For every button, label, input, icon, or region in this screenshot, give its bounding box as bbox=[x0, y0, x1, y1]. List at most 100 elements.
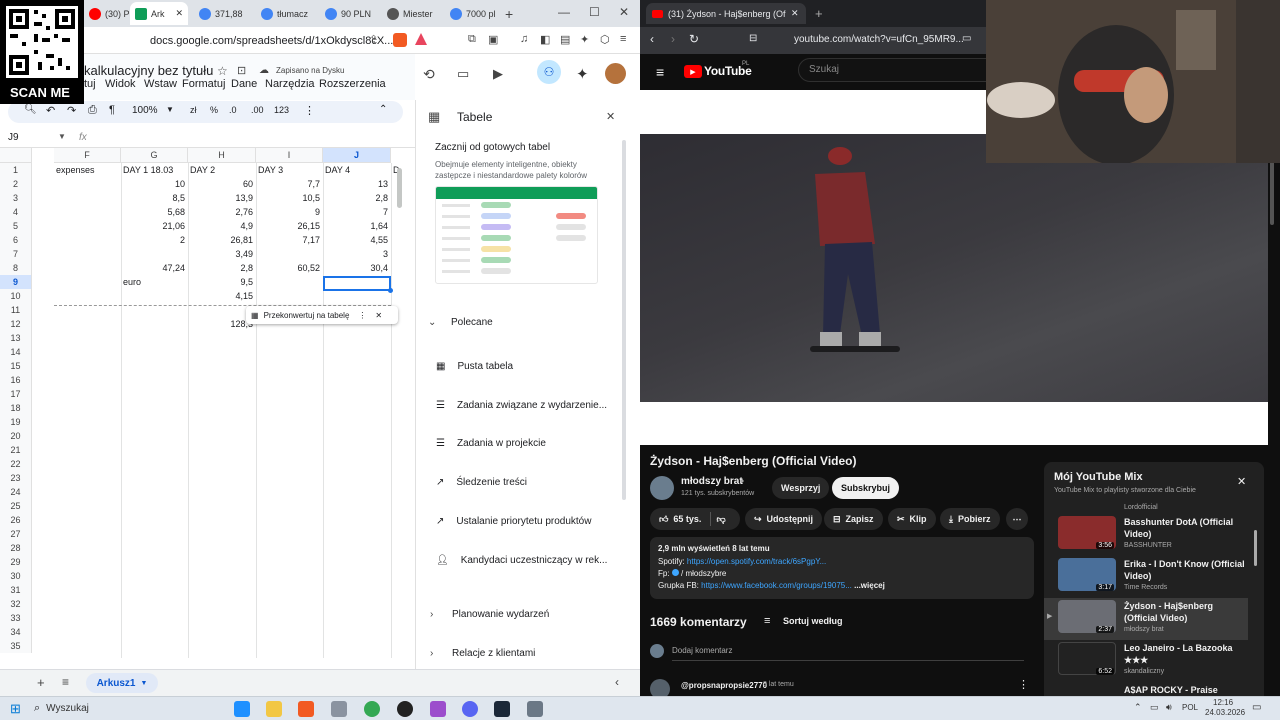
leo-icon[interactable]: ✦ bbox=[580, 33, 589, 46]
volume-icon[interactable]: 🔊︎ bbox=[1166, 702, 1172, 713]
obs-icon[interactable] bbox=[397, 701, 413, 717]
hamburger-menu-icon[interactable]: ≡ bbox=[656, 64, 664, 80]
row-header-5[interactable]: 5 bbox=[0, 219, 32, 233]
redo-icon[interactable]: ↷ bbox=[67, 104, 76, 117]
chevron-down-icon[interactable]: ⌄ bbox=[428, 317, 436, 328]
template-product-priority[interactable]: ↗ Ustalanie priorytetu produktów bbox=[436, 511, 591, 531]
thumbs-up-icon[interactable]: 👍︎ bbox=[659, 514, 668, 525]
share-icon[interactable]: ⇪ bbox=[369, 33, 378, 46]
gemini-icon[interactable]: ✦ bbox=[576, 65, 589, 83]
chevron-down-icon[interactable]: ▼ bbox=[58, 132, 66, 141]
percent-format[interactable]: % bbox=[210, 105, 218, 115]
row-header-31[interactable]: 31 bbox=[0, 583, 32, 597]
spreadsheet-grid[interactable]: F G H I J 1 2 3 4 5 6 7 8 9 10 11 12 13 14 15 16 17 18 19 2… bbox=[0, 148, 405, 658]
reload-icon[interactable]: ↻ bbox=[689, 32, 699, 46]
cell-h2[interactable]: 60 bbox=[188, 177, 256, 191]
download-button[interactable]: ⤓ Pobierz bbox=[940, 508, 1000, 530]
share-button[interactable]: ↪ Udostępnij bbox=[745, 508, 823, 530]
url-field[interactable]: youtube.com/watch?v=ufCn_95MR9... bbox=[794, 34, 964, 45]
extensions-icon[interactable]: ⧉ bbox=[468, 33, 476, 46]
name-box[interactable]: J9 bbox=[8, 132, 19, 143]
close-icon[interactable]: ✕ bbox=[1237, 475, 1246, 488]
template-empty-table[interactable]: ▦ Pusta tabela bbox=[436, 356, 513, 376]
row-header-19[interactable]: 19 bbox=[0, 415, 32, 429]
chevron-right-icon[interactable]: › bbox=[430, 648, 433, 659]
cell-j8[interactable]: 30,4 bbox=[323, 261, 391, 275]
support-button[interactable]: Wesprzyj bbox=[772, 477, 830, 499]
channel-name[interactable]: młodszy brat bbox=[681, 476, 743, 487]
move-icon[interactable]: ⊡ bbox=[237, 64, 246, 77]
cell-f1[interactable]: expenses bbox=[56, 163, 121, 177]
cell-j1[interactable]: DAY 4 bbox=[325, 163, 391, 177]
comment-menu-icon[interactable]: ⋮ bbox=[1018, 678, 1029, 691]
discord-icon[interactable] bbox=[462, 701, 478, 717]
row-header-27[interactable]: 27 bbox=[0, 527, 32, 541]
windows-start-icon[interactable]: ⊞ bbox=[10, 701, 21, 717]
chrome-icon[interactable] bbox=[364, 701, 380, 717]
sort-button[interactable]: Sortuj według bbox=[783, 616, 843, 626]
fill-handle[interactable] bbox=[388, 288, 393, 293]
add-sheet-icon[interactable]: + bbox=[37, 675, 45, 690]
cell-j4[interactable]: 7 bbox=[323, 205, 391, 219]
template-content-tracking[interactable]: ↗ Śledzenie treści bbox=[436, 472, 527, 492]
description-box[interactable]: 2,9 mln wyświetleń 8 lat temu Spotify: h… bbox=[650, 537, 1034, 599]
commenter-handle[interactable]: @propsnapropsie2770 bbox=[681, 681, 767, 690]
decrease-decimal[interactable]: .0 bbox=[229, 105, 237, 115]
tab-youtube-video[interactable]: (31) Żydson - Haj$enberg (Of ✕ bbox=[646, 3, 806, 24]
more-actions-button[interactable]: ⋯ bbox=[1006, 508, 1028, 530]
youtube-logo-icon[interactable]: ▶ bbox=[684, 65, 702, 78]
row-header-30[interactable]: 30 bbox=[0, 569, 32, 583]
media-icon[interactable]: ♫ bbox=[520, 33, 528, 45]
menu-tools[interactable]: Narzędzia bbox=[265, 78, 315, 90]
vertical-scrollbar[interactable] bbox=[397, 168, 402, 208]
chevron-right-icon[interactable]: › bbox=[430, 609, 433, 620]
maximize-icon[interactable]: ☐ bbox=[589, 5, 600, 19]
cell-j2[interactable]: 13 bbox=[323, 177, 391, 191]
tab-google-1[interactable]: 371,88 bbox=[194, 2, 252, 25]
file-explorer-icon[interactable] bbox=[266, 701, 282, 717]
row-header-7[interactable]: 7 bbox=[0, 247, 32, 261]
cell-j3[interactable]: 2,8 bbox=[323, 191, 391, 205]
cast-icon[interactable]: ▭ bbox=[962, 33, 971, 44]
sheet-tab-arkusz1[interactable]: Arkusz1 ▼ bbox=[86, 673, 158, 693]
edge-icon[interactable] bbox=[234, 701, 250, 717]
cell-h7[interactable]: 3,49 bbox=[188, 247, 256, 261]
row-header-25[interactable]: 25 bbox=[0, 499, 32, 513]
convert-to-table-chip[interactable]: ▦ Przekonwertuj na tabelę ⋮ ✕ bbox=[246, 306, 398, 324]
notifications-icon[interactable]: ▭ bbox=[1252, 702, 1261, 713]
row-header-20[interactable]: 20 bbox=[0, 429, 32, 443]
chevron-down-icon[interactable]: ▼ bbox=[166, 105, 174, 114]
cell-i5[interactable]: 26,15 bbox=[256, 219, 323, 233]
row-header-32[interactable]: 32 bbox=[0, 597, 32, 611]
brave-icon[interactable] bbox=[298, 701, 314, 717]
page-scrollbar[interactable] bbox=[1270, 90, 1276, 690]
row-header-28[interactable]: 28 bbox=[0, 541, 32, 555]
close-icon[interactable]: ✕ bbox=[375, 311, 382, 320]
forward-icon[interactable]: › bbox=[671, 32, 675, 46]
row-header-10[interactable]: 10 bbox=[0, 289, 32, 303]
more-formats[interactable]: 123 bbox=[274, 105, 289, 115]
language-indicator[interactable]: POL bbox=[1182, 703, 1198, 712]
column-header-i[interactable]: I bbox=[256, 148, 323, 163]
section-event-planning[interactable]: Planowanie wydarzeń bbox=[452, 609, 549, 620]
account-avatar[interactable] bbox=[605, 63, 626, 84]
sort-icon[interactable]: ≡ bbox=[764, 615, 770, 627]
cell-g9[interactable]: euro bbox=[123, 275, 188, 289]
cell-h3[interactable]: 13,9 bbox=[188, 191, 256, 205]
star-icon[interactable]: ☆ bbox=[217, 64, 228, 78]
menu-data[interactable]: Dane bbox=[231, 78, 257, 90]
tray-chevron-icon[interactable]: ⌃ bbox=[1134, 702, 1142, 713]
new-tab-icon[interactable]: + bbox=[815, 6, 823, 21]
minimize-icon[interactable]: — bbox=[558, 5, 570, 19]
wallet-icon[interactable]: ▤ bbox=[560, 33, 570, 46]
cell-i6[interactable]: 7,17 bbox=[256, 233, 323, 247]
network-icon[interactable]: ▭ bbox=[1150, 702, 1159, 713]
search-input[interactable]: Szukaj bbox=[798, 58, 998, 82]
row-header-33[interactable]: 33 bbox=[0, 611, 32, 625]
steam-icon[interactable] bbox=[494, 701, 510, 717]
cell-g8[interactable]: 47,24 bbox=[121, 261, 188, 275]
meet-icon[interactable]: ▶ bbox=[493, 66, 503, 82]
mix-item[interactable]: 3:56 Basshunter DotA (Official Video) BASS… bbox=[1058, 516, 1248, 554]
save-button[interactable]: ⊟ Zapisz bbox=[824, 508, 883, 530]
row-header-18[interactable]: 18 bbox=[0, 401, 32, 415]
